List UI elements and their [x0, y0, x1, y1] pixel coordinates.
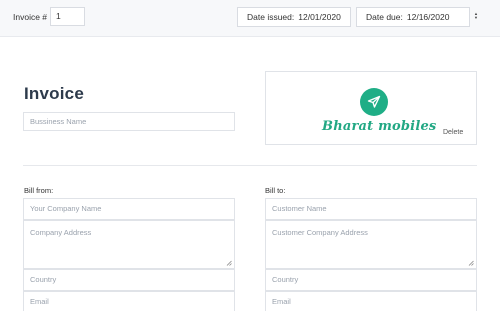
- bill-to-customer-name-input[interactable]: Customer Name: [265, 198, 477, 220]
- business-name-input[interactable]: Bussiness Name: [23, 112, 235, 131]
- invoice-number-input[interactable]: 1: [50, 7, 85, 26]
- bill-to-address-placeholder: Customer Company Address: [272, 228, 368, 237]
- bill-from-email-input[interactable]: Email: [23, 291, 235, 311]
- date-stepper-icon[interactable]: ▲ ▼: [472, 12, 480, 22]
- date-due-field[interactable]: Date due: 12/16/2020: [356, 7, 470, 27]
- logo-circle: [360, 88, 388, 116]
- invoice-toolbar: Invoice # 1 Date issued: 12/01/2020 Date …: [0, 0, 500, 37]
- bill-to-address-textarea[interactable]: Customer Company Address: [265, 220, 477, 269]
- stepper-down-icon[interactable]: ▼: [472, 16, 480, 20]
- resize-handle-icon[interactable]: [226, 260, 232, 266]
- paper-plane-icon: [367, 95, 381, 108]
- delete-logo-button[interactable]: Delete: [443, 129, 463, 136]
- bill-from-company-name-input[interactable]: Your Company Name: [23, 198, 235, 220]
- date-due-value: 12/16/2020: [406, 12, 450, 22]
- bill-from-country-input[interactable]: Country: [23, 269, 235, 291]
- page-title: Invoice: [24, 84, 84, 103]
- resize-handle-icon[interactable]: [468, 260, 474, 266]
- invoice-number-label: Invoice #: [13, 12, 48, 22]
- bill-to-email-input[interactable]: Email: [265, 291, 477, 311]
- date-issued-value: 12/01/2020: [298, 12, 341, 22]
- logo-upload-area[interactable]: Bharat mobiles Delete: [265, 71, 477, 145]
- bill-from-label: Bill from:: [24, 186, 54, 195]
- bill-from-address-placeholder: Company Address: [30, 228, 92, 237]
- logo-brand-text: Bharat mobiles: [322, 119, 437, 134]
- date-due-label: Date due:: [366, 12, 403, 22]
- bill-to-label: Bill to:: [265, 186, 286, 195]
- bill-to-country-input[interactable]: Country: [265, 269, 477, 291]
- date-issued-field[interactable]: Date issued: 12/01/2020: [237, 7, 351, 27]
- section-divider: [23, 165, 477, 166]
- date-issued-label: Date issued:: [247, 12, 295, 22]
- bill-from-address-textarea[interactable]: Company Address: [23, 220, 235, 269]
